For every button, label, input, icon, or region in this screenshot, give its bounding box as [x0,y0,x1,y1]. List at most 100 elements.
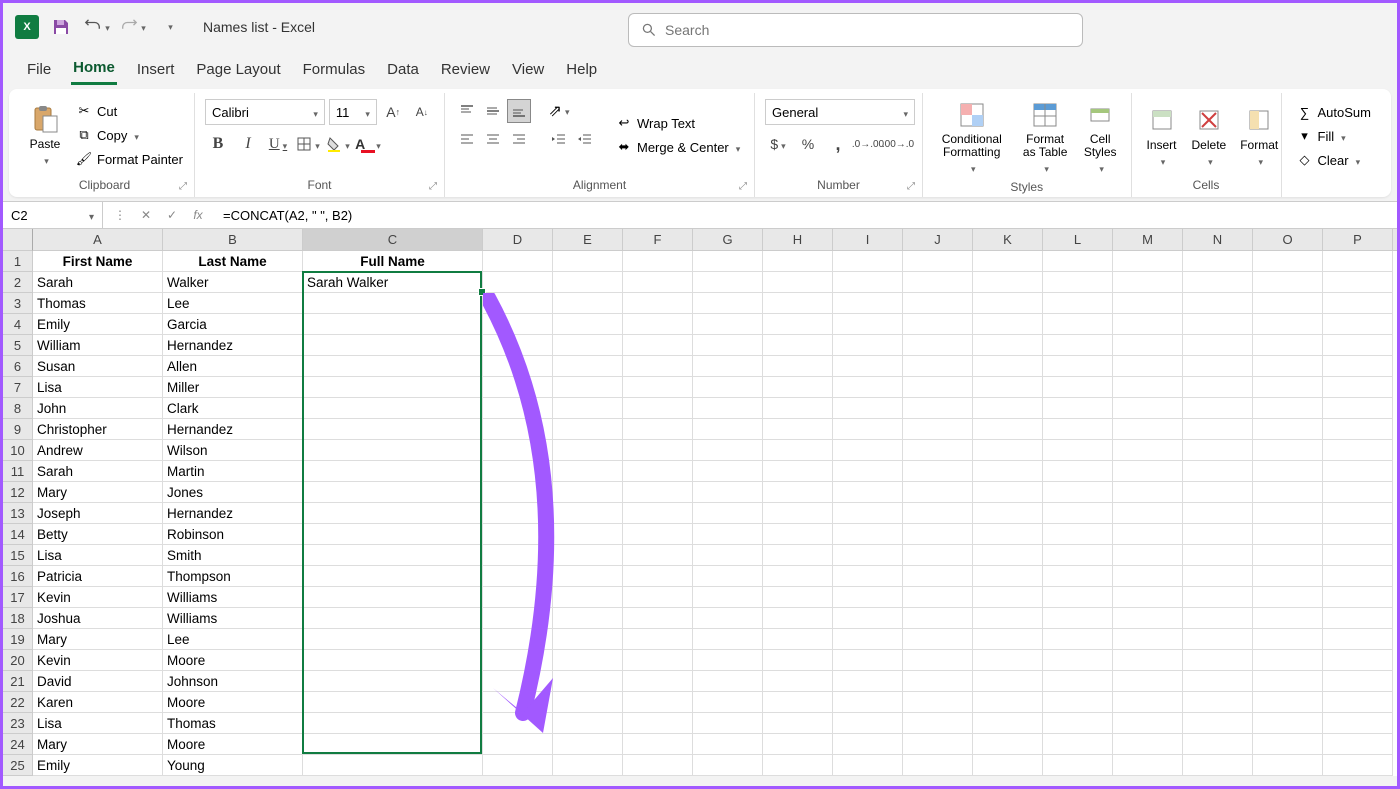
cell-P22[interactable] [1323,692,1393,713]
row-header-24[interactable]: 24 [3,734,33,755]
cell-H16[interactable] [763,566,833,587]
cell-M4[interactable] [1113,314,1183,335]
row-header-22[interactable]: 22 [3,692,33,713]
cell-G10[interactable] [693,440,763,461]
col-header-G[interactable]: G [693,229,763,250]
cell-G17[interactable] [693,587,763,608]
cell-M14[interactable] [1113,524,1183,545]
cell-G6[interactable] [693,356,763,377]
cell-A8[interactable]: John [33,398,163,419]
cell-A1[interactable]: First Name [33,251,163,272]
cell-B2[interactable]: Walker [163,272,303,293]
cell-H6[interactable] [763,356,833,377]
cell-P15[interactable] [1323,545,1393,566]
cell-L20[interactable] [1043,650,1113,671]
cell-E9[interactable] [553,419,623,440]
cell-B14[interactable]: Robinson [163,524,303,545]
cell-N5[interactable] [1183,335,1253,356]
cell-H10[interactable] [763,440,833,461]
cell-B24[interactable]: Moore [163,734,303,755]
cell-A9[interactable]: Christopher [33,419,163,440]
cell-H25[interactable] [763,755,833,776]
cell-H19[interactable] [763,629,833,650]
cell-C12[interactable] [303,482,483,503]
cell-M17[interactable] [1113,587,1183,608]
cell-M7[interactable] [1113,377,1183,398]
cell-P3[interactable] [1323,293,1393,314]
cell-K2[interactable] [973,272,1043,293]
cell-D10[interactable] [483,440,553,461]
cell-E20[interactable] [553,650,623,671]
cell-P20[interactable] [1323,650,1393,671]
save-button[interactable] [47,13,75,41]
cell-D4[interactable] [483,314,553,335]
cell-C21[interactable] [303,671,483,692]
cell-I24[interactable] [833,734,903,755]
cell-F10[interactable] [623,440,693,461]
cell-L10[interactable] [1043,440,1113,461]
cell-L6[interactable] [1043,356,1113,377]
cell-O18[interactable] [1253,608,1323,629]
cell-J4[interactable] [903,314,973,335]
cell-J22[interactable] [903,692,973,713]
cell-D23[interactable] [483,713,553,734]
row-header-7[interactable]: 7 [3,377,33,398]
cell-D20[interactable] [483,650,553,671]
cell-J25[interactable] [903,755,973,776]
col-header-H[interactable]: H [763,229,833,250]
currency-button[interactable]: $ [765,131,791,157]
cell-M3[interactable] [1113,293,1183,314]
cell-M12[interactable] [1113,482,1183,503]
cell-P13[interactable] [1323,503,1393,524]
cell-O16[interactable] [1253,566,1323,587]
font-color-button[interactable]: A [355,131,381,157]
cell-C5[interactable] [303,335,483,356]
cell-P8[interactable] [1323,398,1393,419]
cell-D14[interactable] [483,524,553,545]
cell-M10[interactable] [1113,440,1183,461]
cell-B25[interactable]: Young [163,755,303,776]
cell-G21[interactable] [693,671,763,692]
row-header-12[interactable]: 12 [3,482,33,503]
align-left-button[interactable] [455,127,479,151]
cell-C19[interactable] [303,629,483,650]
cell-L19[interactable] [1043,629,1113,650]
copy-button[interactable]: ⧉Copy [71,124,187,146]
cell-F8[interactable] [623,398,693,419]
row-header-14[interactable]: 14 [3,524,33,545]
cell-N22[interactable] [1183,692,1253,713]
cell-H22[interactable] [763,692,833,713]
cell-N10[interactable] [1183,440,1253,461]
search-input[interactable] [665,22,1070,38]
cell-O11[interactable] [1253,461,1323,482]
cell-L22[interactable] [1043,692,1113,713]
cell-F19[interactable] [623,629,693,650]
cell-N20[interactable] [1183,650,1253,671]
cell-I7[interactable] [833,377,903,398]
cell-K24[interactable] [973,734,1043,755]
tab-data[interactable]: Data [385,55,421,84]
cell-G1[interactable] [693,251,763,272]
row-header-19[interactable]: 19 [3,629,33,650]
cell-O8[interactable] [1253,398,1323,419]
cell-N24[interactable] [1183,734,1253,755]
cell-O22[interactable] [1253,692,1323,713]
cell-B10[interactable]: Wilson [163,440,303,461]
cell-I21[interactable] [833,671,903,692]
cell-I25[interactable] [833,755,903,776]
fill-color-button[interactable] [325,131,351,157]
cell-A22[interactable]: Karen [33,692,163,713]
cell-O14[interactable] [1253,524,1323,545]
cell-P7[interactable] [1323,377,1393,398]
cell-O5[interactable] [1253,335,1323,356]
cell-F23[interactable] [623,713,693,734]
align-middle-button[interactable] [481,99,505,123]
row-header-2[interactable]: 2 [3,272,33,293]
cell-N23[interactable] [1183,713,1253,734]
decrease-font-button[interactable]: A↓ [409,99,434,125]
cell-A19[interactable]: Mary [33,629,163,650]
cell-P18[interactable] [1323,608,1393,629]
cell-D21[interactable] [483,671,553,692]
cell-E16[interactable] [553,566,623,587]
clipboard-launcher[interactable]: ⤢ [176,179,190,193]
